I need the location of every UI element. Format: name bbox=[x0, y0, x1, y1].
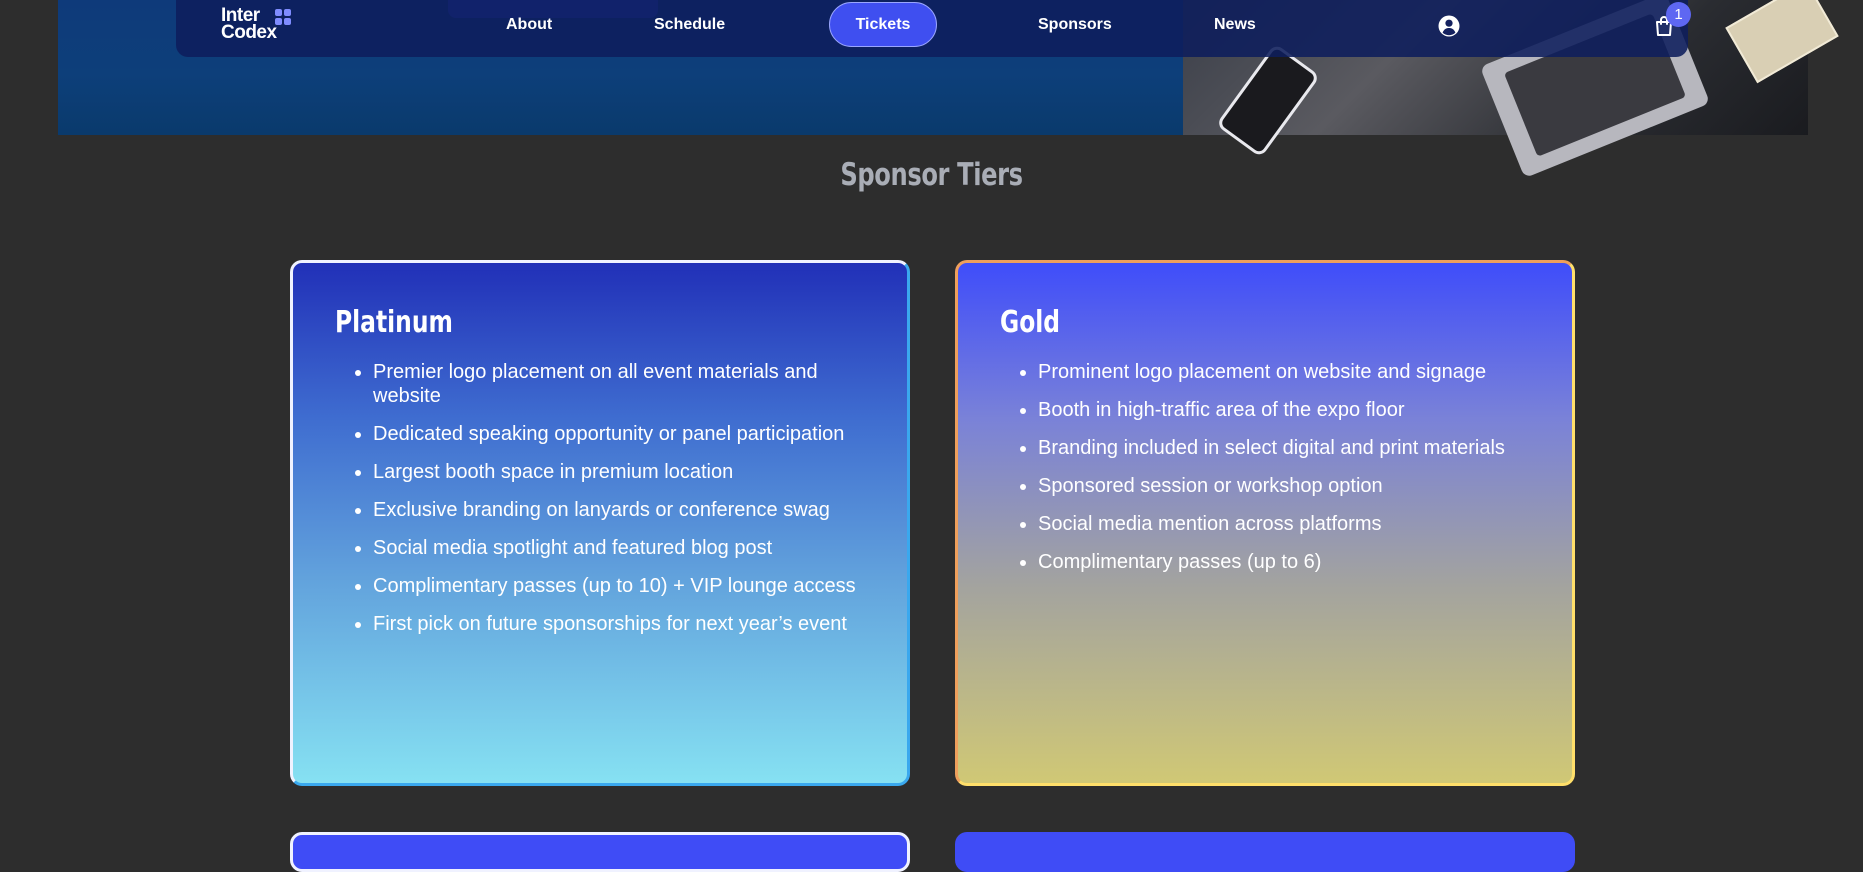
tier-title: Gold bbox=[1000, 305, 1061, 340]
site-logo[interactable]: Inter Codex bbox=[221, 6, 277, 43]
logo-mark-icon bbox=[275, 9, 291, 25]
list-item: Sponsored session or workshop option bbox=[1038, 474, 1548, 498]
tier-card-gold: Gold Prominent logo placement on website… bbox=[955, 260, 1575, 786]
tier-card-next-right bbox=[955, 832, 1575, 872]
tier-card-next-left bbox=[290, 832, 910, 872]
list-item: Largest booth space in premium location bbox=[373, 460, 883, 484]
logo-text-line2: Codex bbox=[221, 22, 277, 43]
tier-title: Platinum bbox=[335, 305, 453, 340]
list-item: Complimentary passes (up to 6) bbox=[1038, 550, 1548, 574]
tier-card-platinum: Platinum Premier logo placement on all e… bbox=[290, 260, 910, 786]
list-item: Complimentary passes (up to 10) + VIP lo… bbox=[373, 574, 883, 598]
nav-news[interactable]: News bbox=[1214, 16, 1256, 34]
cart-count-badge: 1 bbox=[1666, 2, 1691, 27]
tier-benefits-list: Premier logo placement on all event mate… bbox=[343, 360, 883, 650]
list-item: Premier logo placement on all event mate… bbox=[373, 360, 883, 408]
list-item: Exclusive branding on lanyards or confer… bbox=[373, 498, 883, 522]
nav-tickets[interactable]: Tickets bbox=[829, 2, 937, 47]
list-item: First pick on future sponsorships for ne… bbox=[373, 612, 883, 636]
list-item: Branding included in select digital and … bbox=[1038, 436, 1548, 460]
list-item: Social media mention across platforms bbox=[1038, 512, 1548, 536]
list-item: Dedicated speaking opportunity or panel … bbox=[373, 422, 883, 446]
user-circle-icon[interactable] bbox=[1438, 15, 1460, 37]
section-title: Sponsor Tiers bbox=[840, 157, 1023, 193]
nav-about[interactable]: About bbox=[506, 16, 552, 34]
nav-schedule[interactable]: Schedule bbox=[654, 16, 725, 34]
list-item: Prominent logo placement on website and … bbox=[1038, 360, 1548, 384]
tier-benefits-list: Prominent logo placement on website and … bbox=[1008, 360, 1548, 588]
list-item: Social media spotlight and featured blog… bbox=[373, 536, 883, 560]
nav-sponsors[interactable]: Sponsors bbox=[1038, 16, 1112, 34]
list-item: Booth in high-traffic area of the expo f… bbox=[1038, 398, 1548, 422]
